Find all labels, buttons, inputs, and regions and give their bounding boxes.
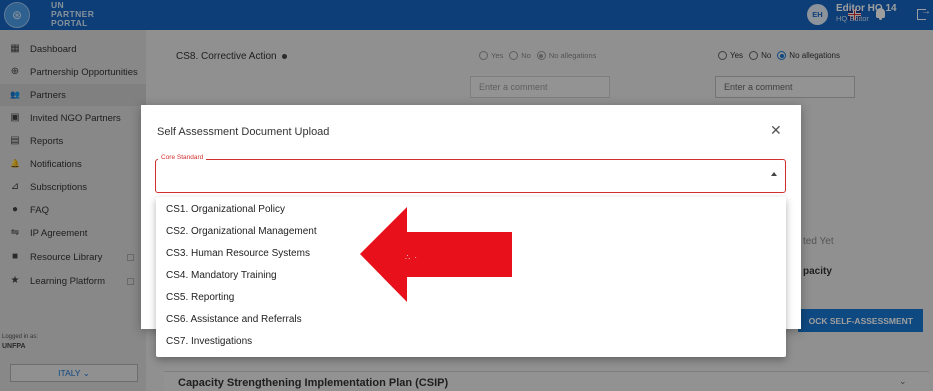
- dropdown-option[interactable]: CS2. Organizational Management: [166, 226, 317, 237]
- dropdown-option[interactable]: CS6. Assistance and Referrals: [166, 314, 302, 325]
- dropdown-option[interactable]: CS3. Human Resource Systems: [166, 248, 310, 259]
- dropdown-option[interactable]: CS7. Investigations: [166, 336, 252, 347]
- red-arrow-annotation-icon: [360, 207, 512, 302]
- dialog-title: Self Assessment Document Upload: [157, 126, 330, 138]
- dropdown-option[interactable]: CS5. Reporting: [166, 292, 234, 303]
- close-icon[interactable]: ✕: [770, 123, 782, 137]
- dropdown-option[interactable]: CS1. Organizational Policy: [166, 204, 285, 215]
- loading-spinner-icon: ∴ ·: [405, 253, 418, 262]
- dropdown-option[interactable]: CS4. Mandatory Training: [166, 270, 277, 281]
- caret-up-icon[interactable]: [771, 172, 777, 176]
- core-standard-label: Core Standard: [158, 154, 207, 161]
- core-standard-select[interactable]: [155, 159, 786, 193]
